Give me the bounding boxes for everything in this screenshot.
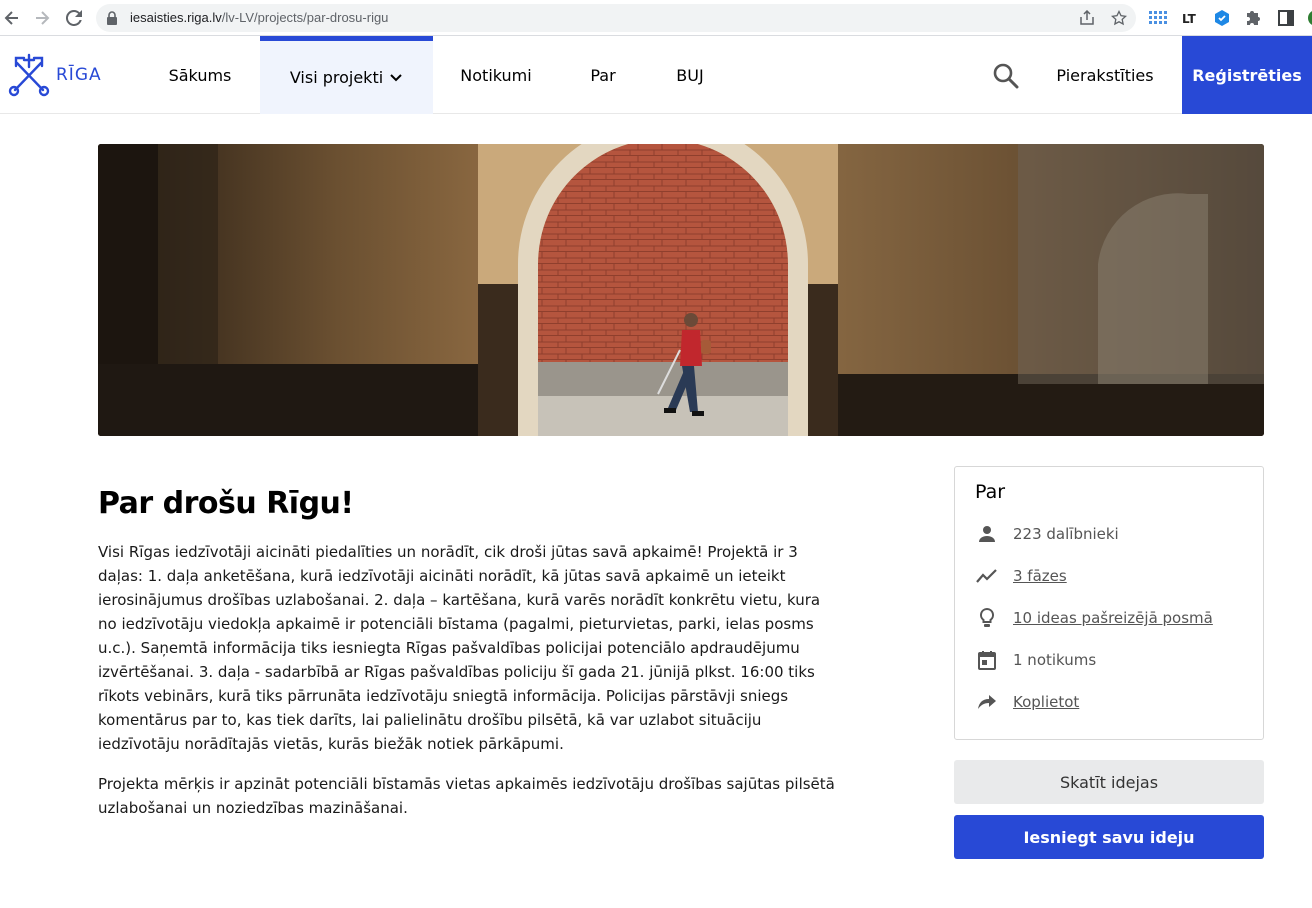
register-label: Reģistrēties (1192, 65, 1302, 85)
register-button[interactable]: Reģistrēties (1182, 36, 1312, 114)
project-title: Par drošu Rīgu! (98, 486, 354, 521)
riga-keys-icon (8, 53, 50, 97)
submit-idea-button[interactable]: Iesniegt savu ideju (954, 815, 1264, 859)
forward-icon[interactable] (30, 6, 54, 30)
participants-count: 223 dalībnieki (1013, 525, 1119, 543)
site-header: RĪGA Sākums Visi projekti Notikumi Par B… (0, 36, 1312, 114)
login-label: Pierakstīties (1056, 65, 1154, 85)
nav-about[interactable]: Par (560, 36, 646, 114)
lt-extension-icon[interactable]: LT (1180, 8, 1200, 28)
view-ideas-button[interactable]: Skatīt idejas (954, 760, 1264, 804)
login-link[interactable]: Pierakstīties (1040, 36, 1170, 114)
participants-row: 223 dalībnieki (975, 520, 1119, 548)
bookmark-star-icon[interactable] (1110, 9, 1128, 27)
profile-avatar-icon[interactable] (1302, 8, 1312, 28)
sidepanel-icon[interactable] (1276, 8, 1296, 28)
project-hero-image (98, 144, 1264, 436)
calendar-icon (975, 648, 999, 672)
ideas-row[interactable]: 10 ideas pašreizējā posmā (975, 604, 1213, 632)
url-text: iesaisties.riga.lv/lv-LV/projects/par-dr… (130, 10, 389, 25)
address-bar[interactable]: iesaisties.riga.lv/lv-LV/projects/par-dr… (96, 4, 1136, 32)
events-row: 1 notikums (975, 646, 1096, 674)
phases-link[interactable]: 3 fāzes (1013, 567, 1067, 585)
share-row[interactable]: Koplietot (975, 688, 1079, 716)
about-card-title: Par (975, 481, 1006, 503)
view-ideas-label: Skatīt idejas (1059, 772, 1159, 792)
lightbulb-icon (975, 606, 999, 630)
nav-faq-label: BUJ (676, 65, 704, 85)
riga-logo[interactable]: RĪGA (8, 52, 108, 98)
share-arrow-icon (975, 690, 999, 714)
nav-about-label: Par (590, 65, 616, 85)
svg-text:LT: LT (1182, 12, 1197, 26)
nav-all-projects[interactable]: Visi projekti (260, 36, 433, 114)
description-paragraph: Projekta mērķis ir apzināt potenciāli bī… (98, 775, 835, 817)
nav-events[interactable]: Notikumi (433, 36, 559, 114)
events-count: 1 notikums (1013, 651, 1097, 669)
search-icon[interactable] (990, 60, 1022, 92)
extension-shield-icon[interactable] (1212, 8, 1232, 28)
submit-idea-label: Iesniegt savu ideju (1023, 827, 1195, 847)
chevron-down-icon (390, 73, 402, 81)
nav-faq[interactable]: BUJ (646, 36, 734, 114)
trending-up-icon (975, 564, 999, 588)
about-card: Par 223 dalībnieki 3 fāzes 10 ideas pašr… (954, 466, 1264, 740)
nav-home[interactable]: Sākums (140, 36, 260, 114)
share-page-icon[interactable] (1078, 9, 1096, 27)
phases-row[interactable]: 3 fāzes (975, 562, 1067, 590)
apps-grid-icon[interactable] (1148, 8, 1168, 28)
back-icon[interactable] (0, 6, 24, 30)
reload-icon[interactable] (62, 6, 86, 30)
nav-all-projects-label: Visi projekti (289, 68, 384, 87)
extensions-puzzle-icon[interactable] (1244, 8, 1264, 28)
nav-home-label: Sākums (168, 65, 232, 85)
browser-toolbar: iesaisties.riga.lv/lv-LV/projects/par-dr… (0, 0, 1312, 36)
person-icon (975, 522, 999, 546)
share-link[interactable]: Koplietot (1013, 693, 1079, 711)
logo-text: RĪGA (56, 65, 102, 85)
nav-events-label: Notikumi (460, 65, 532, 85)
ideas-link[interactable]: 10 ideas pašreizējā posmā (1013, 609, 1213, 627)
description-paragraph: Visi Rīgas iedzīvotāji aicināti piedalīt… (98, 543, 821, 753)
lock-icon (106, 10, 118, 29)
project-description: Visi Rīgas iedzīvotāji aicināti piedalīt… (98, 540, 838, 836)
